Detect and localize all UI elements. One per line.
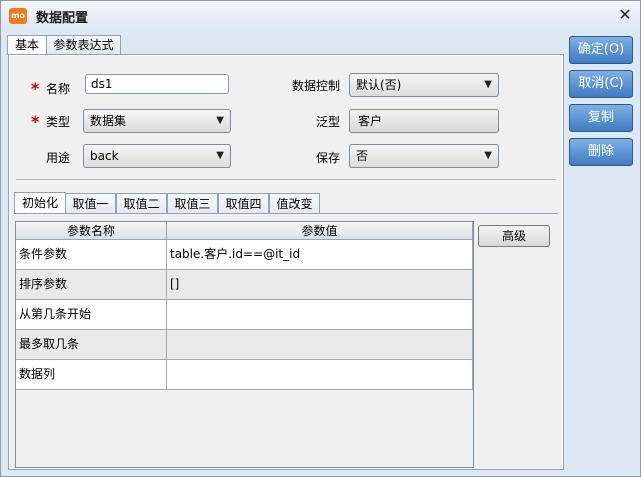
usage-select-value: back xyxy=(90,149,119,163)
type-select-value: 数据集 xyxy=(90,114,127,128)
dialog-window: mo 数据配置 ✕ 基本 参数表达式 * 名称 * 类型 数据集 ▼ 用途 ba… xyxy=(0,0,641,477)
required-mark: * xyxy=(31,79,40,98)
delete-button[interactable]: 删除 xyxy=(569,138,633,166)
type-label: 类型 xyxy=(46,115,71,129)
save-select-value: 否 xyxy=(356,149,369,163)
ok-button[interactable]: 确定(O) xyxy=(569,36,633,64)
subtab-baseline xyxy=(14,213,558,214)
data-control-label: 数据控制 xyxy=(291,79,340,93)
param-table: 参数名称 参数值 条件参数 table.客户.id==@it_id 排序参数 [… xyxy=(15,221,474,468)
param-value-cell[interactable]: [] xyxy=(167,270,473,300)
chevron-down-icon: ▼ xyxy=(216,150,224,161)
chevron-down-icon: ▼ xyxy=(216,115,224,126)
generic-field-value: 客户 xyxy=(358,114,383,128)
usage-label: 用途 xyxy=(46,151,71,165)
chevron-down-icon: ▼ xyxy=(484,150,492,161)
dialog-title: 数据配置 xyxy=(36,11,89,26)
name-label: 名称 xyxy=(46,82,71,96)
section-divider xyxy=(16,179,556,180)
generic-label: 泛型 xyxy=(315,115,340,129)
column-header-name[interactable]: 参数名称 xyxy=(16,222,167,240)
chevron-down-icon: ▼ xyxy=(484,79,492,90)
tab-basic[interactable]: 基本 xyxy=(7,35,47,55)
param-value-cell[interactable] xyxy=(167,360,473,390)
subtab-value-2[interactable]: 取值二 xyxy=(116,193,167,214)
name-input[interactable] xyxy=(85,74,229,94)
tab-param-expression[interactable]: 参数表达式 xyxy=(46,35,121,54)
title-bar: mo 数据配置 ✕ xyxy=(1,1,640,31)
generic-field[interactable]: 客户 xyxy=(349,109,499,133)
param-name-cell[interactable]: 条件参数 xyxy=(16,240,167,270)
param-value-cell[interactable]: table.客户.id==@it_id xyxy=(167,240,473,270)
subtab-value-4[interactable]: 取值四 xyxy=(218,193,269,214)
save-select[interactable]: 否 ▼ xyxy=(349,144,499,168)
save-label: 保存 xyxy=(315,151,340,165)
param-name-cell[interactable]: 最多取几条 xyxy=(16,330,167,360)
param-value-cell[interactable] xyxy=(167,330,473,360)
data-control-select[interactable]: 默认(否) ▼ xyxy=(349,73,499,97)
subtab-value-1[interactable]: 取值一 xyxy=(65,193,116,214)
column-header-value[interactable]: 参数值 xyxy=(167,222,473,240)
advanced-button[interactable]: 高级 xyxy=(478,225,550,247)
subtab-value-change[interactable]: 值改变 xyxy=(269,193,320,214)
copy-button[interactable]: 复制 xyxy=(569,104,633,132)
param-name-cell[interactable]: 从第几条开始 xyxy=(16,300,167,330)
param-value-cell[interactable] xyxy=(167,300,473,330)
basic-panel: * 名称 * 类型 数据集 ▼ 用途 back ▼ 数据控制 默认(否) ▼ 泛… xyxy=(8,54,564,470)
param-name-cell[interactable]: 数据列 xyxy=(16,360,167,390)
type-select[interactable]: 数据集 ▼ xyxy=(83,109,231,133)
data-control-select-value: 默认(否) xyxy=(356,78,402,92)
required-mark: * xyxy=(31,112,40,131)
subtab-init[interactable]: 初始化 xyxy=(14,192,66,214)
app-logo-icon: mo xyxy=(9,8,27,24)
usage-select[interactable]: back ▼ xyxy=(83,144,231,168)
param-name-cell[interactable]: 排序参数 xyxy=(16,270,167,300)
close-icon[interactable]: ✕ xyxy=(615,5,635,25)
subtab-value-3[interactable]: 取值三 xyxy=(167,193,218,214)
cancel-button[interactable]: 取消(C) xyxy=(569,70,633,98)
